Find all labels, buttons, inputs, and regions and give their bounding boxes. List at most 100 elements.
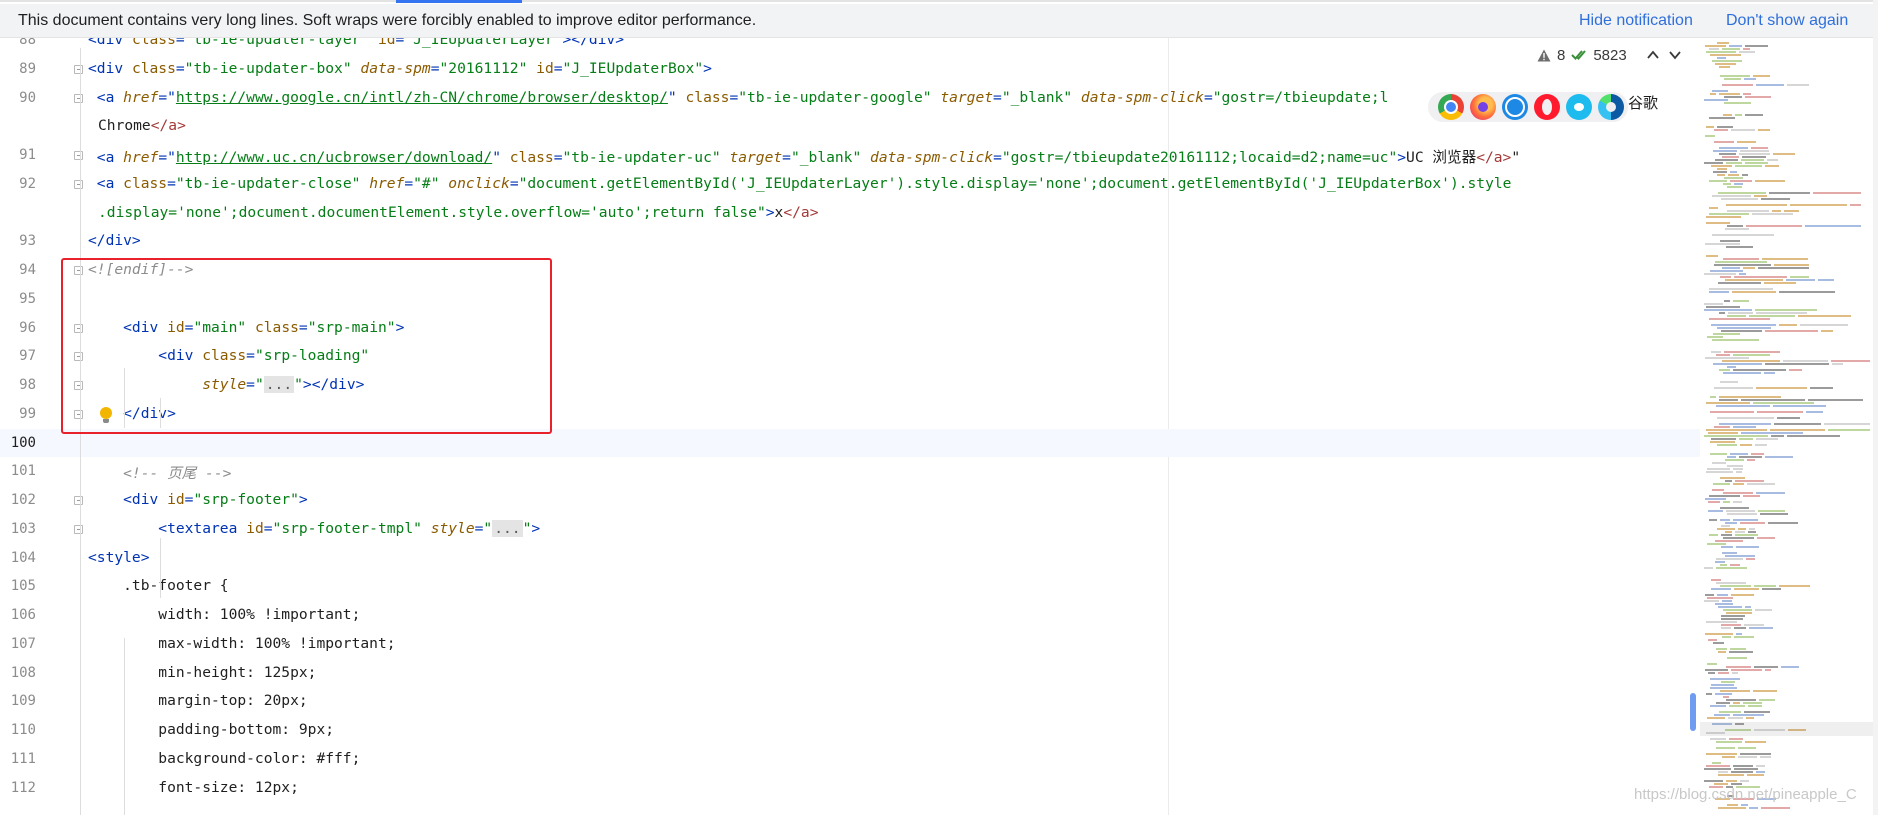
code-line[interactable]: max-width: 100% !important; xyxy=(88,634,396,652)
code-line[interactable]: <a href="https://www.google.cn/intl/zh-C… xyxy=(88,88,1389,106)
minimap-line xyxy=(1727,225,1743,227)
line-number[interactable]: 98 xyxy=(0,377,36,393)
code-token: max-width: 100% !important; xyxy=(88,634,396,652)
inspection-widget[interactable]: 8 5823 xyxy=(1537,44,1683,66)
fold-marker-icon[interactable] xyxy=(74,64,83,74)
minimap-line xyxy=(1743,93,1751,95)
minimap-line xyxy=(1772,210,1781,212)
internet-explorer-icon[interactable] xyxy=(1566,94,1592,120)
vertical-scrollbar-thumb[interactable] xyxy=(1690,693,1696,731)
line-number[interactable]: 108 xyxy=(0,665,36,681)
code-line[interactable]: min-height: 125px; xyxy=(88,664,316,681)
minimap-viewport[interactable] xyxy=(1700,722,1878,736)
minimap-line xyxy=(1768,522,1798,524)
line-number[interactable]: 93 xyxy=(0,233,36,249)
opera-icon[interactable] xyxy=(1534,94,1560,120)
code-line[interactable]: </div> xyxy=(88,232,141,249)
code-token: href xyxy=(123,149,159,166)
line-number[interactable]: 103 xyxy=(0,521,36,537)
code-token: class xyxy=(685,88,730,106)
code-line[interactable]: background-color: #fff; xyxy=(88,750,360,767)
line-number[interactable]: 102 xyxy=(0,492,36,508)
minimap-line xyxy=(1733,519,1758,521)
minimap-line xyxy=(1783,360,1828,362)
code-line[interactable]: width: 100% !important; xyxy=(88,606,360,623)
code-line[interactable]: margin-top: 20px; xyxy=(88,692,307,709)
code-token: = xyxy=(553,149,563,166)
minimap-line xyxy=(1716,747,1735,749)
folded-region-placeholder[interactable]: ... xyxy=(492,519,523,537)
line-number[interactable]: 95 xyxy=(0,291,36,307)
code-line[interactable]: <a class="tb-ie-updater-close" href="#" … xyxy=(88,175,1512,192)
code-token: = xyxy=(553,59,563,77)
minimap-line xyxy=(1712,234,1774,236)
fold-marker-icon[interactable] xyxy=(74,93,83,103)
dont-show-again-link[interactable]: Don't show again xyxy=(1726,12,1848,30)
minimap-line xyxy=(1722,552,1737,554)
right-edge-track[interactable] xyxy=(1873,0,1878,815)
code-token: <style> xyxy=(88,548,150,566)
minimap-line xyxy=(1727,465,1743,467)
code-token: <div xyxy=(88,491,168,508)
fold-marker-icon[interactable] xyxy=(74,151,83,160)
highlight-annotation-box xyxy=(61,258,552,434)
minimap-line xyxy=(1709,288,1773,290)
code-token: = xyxy=(782,149,791,166)
line-number[interactable]: 100 xyxy=(0,435,36,451)
minimap-line xyxy=(1722,156,1739,158)
code-minimap[interactable] xyxy=(1700,38,1878,815)
code-line[interactable]: <style> xyxy=(88,549,150,566)
chrome-icon[interactable] xyxy=(1438,94,1464,120)
code-token: .tb-footer { xyxy=(88,577,229,595)
line-number[interactable]: 89 xyxy=(0,61,36,77)
code-line[interactable]: <div class="tb-ie-updater-box" data-spm=… xyxy=(88,60,712,77)
chevron-up-icon[interactable] xyxy=(1645,48,1661,62)
line-number[interactable]: 97 xyxy=(0,348,36,364)
code-line[interactable]: .tb-footer { xyxy=(88,577,229,595)
line-number[interactable]: 110 xyxy=(0,722,36,738)
line-number[interactable]: 94 xyxy=(0,262,36,278)
safari-icon[interactable] xyxy=(1502,94,1528,120)
line-number[interactable]: 99 xyxy=(0,406,36,422)
code-line[interactable]: .display='none';document.documentElement… xyxy=(98,204,819,221)
hide-notification-link[interactable]: Hide notification xyxy=(1579,12,1693,30)
code-line[interactable]: <textarea id="srp-footer-tmpl" style="..… xyxy=(88,519,540,537)
line-number[interactable]: 101 xyxy=(0,463,36,479)
minimap-line xyxy=(1722,756,1735,758)
line-number[interactable]: 88 xyxy=(0,38,36,48)
line-number[interactable]: 104 xyxy=(0,550,36,566)
code-line[interactable]: Chrome</a> xyxy=(98,117,186,134)
firefox-icon[interactable] xyxy=(1470,94,1496,120)
line-number[interactable]: 91 xyxy=(0,147,36,163)
minimap-line xyxy=(1787,435,1840,437)
edge-icon[interactable] xyxy=(1598,94,1624,120)
minimap-line xyxy=(1741,399,1805,401)
minimap-line xyxy=(1726,246,1753,248)
code-token: width: 100% !important; xyxy=(88,606,361,623)
minimap-line xyxy=(1740,150,1769,152)
line-number[interactable]: 111 xyxy=(0,751,36,767)
code-line[interactable]: <a href="http://www.uc.cn/ucbrowser/down… xyxy=(88,146,1520,167)
line-number[interactable]: 112 xyxy=(0,780,36,796)
code-line[interactable]: <div class="tb-ie-updater-layer" id="J_I… xyxy=(88,38,624,48)
code-line[interactable]: <!-- 页尾 --> xyxy=(88,462,231,483)
line-number[interactable]: 96 xyxy=(0,320,36,336)
chevron-down-icon[interactable] xyxy=(1667,48,1683,62)
minimap-line xyxy=(1723,492,1753,494)
watermark: https://blog.csdn.net/pineapple_C xyxy=(1634,786,1857,803)
fold-marker-icon[interactable] xyxy=(74,496,83,505)
code-line[interactable]: font-size: 12px; xyxy=(88,779,299,796)
line-number[interactable]: 105 xyxy=(0,578,36,594)
line-number[interactable]: 109 xyxy=(0,693,36,709)
minimap-line xyxy=(1718,651,1726,653)
line-number[interactable]: 90 xyxy=(0,90,36,106)
fold-marker-icon[interactable] xyxy=(74,179,83,189)
code-line[interactable]: <div id="srp-footer"> xyxy=(88,491,308,508)
notification-message: This document contains very long lines. … xyxy=(18,12,757,29)
line-number[interactable]: 107 xyxy=(0,636,36,652)
minimap-line xyxy=(1727,210,1769,212)
line-number[interactable]: 92 xyxy=(0,176,36,192)
fold-marker-icon[interactable] xyxy=(74,524,83,534)
minimap-line xyxy=(1786,279,1815,281)
line-number[interactable]: 106 xyxy=(0,607,36,623)
